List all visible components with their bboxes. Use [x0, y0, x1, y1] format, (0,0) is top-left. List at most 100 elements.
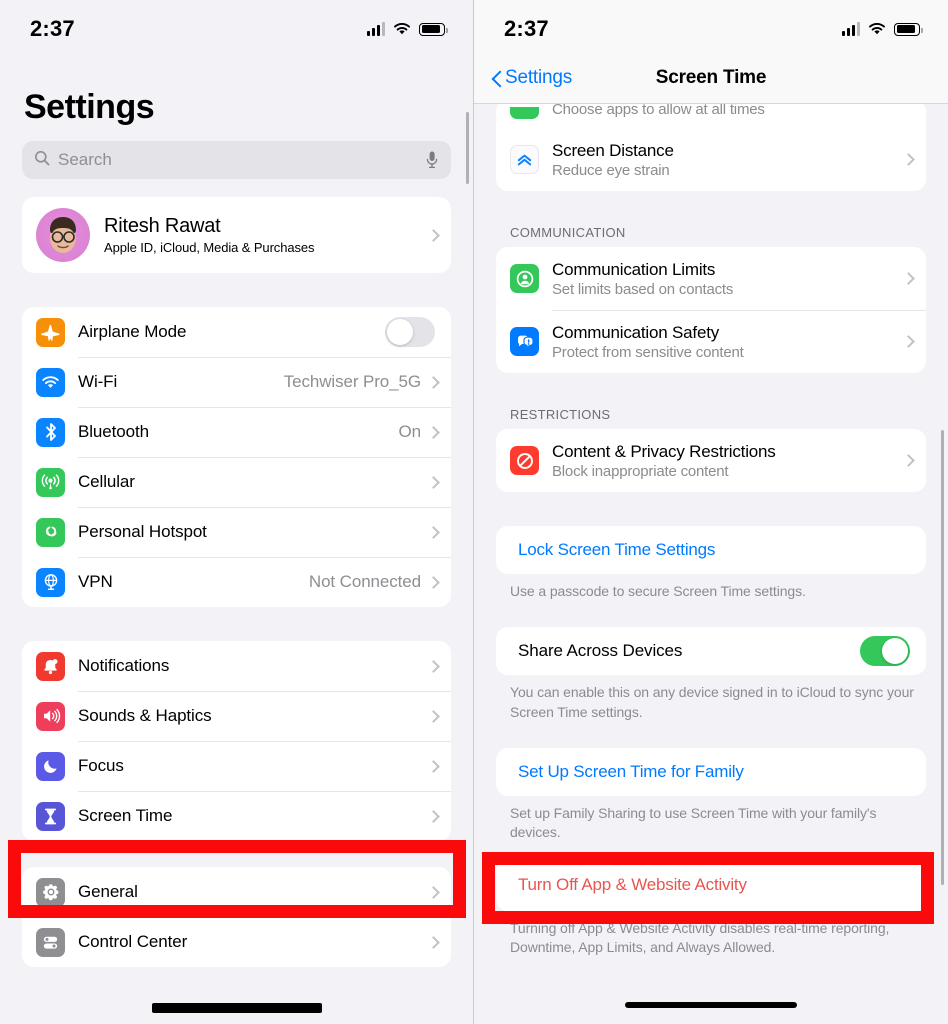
wifi-icon	[36, 367, 65, 397]
settings-row-label: Notifications	[78, 656, 170, 675]
redaction-bar	[152, 1003, 322, 1013]
settings-row-personal-hotspot[interactable]: Personal Hotspot	[22, 507, 451, 557]
chevron-right-icon	[429, 886, 437, 899]
communication-limits-row[interactable]: Communication Limits Set limits based on…	[496, 247, 926, 310]
settings-row-cellular[interactable]: Cellular	[22, 457, 451, 507]
chevron-right-icon	[429, 476, 437, 489]
settings-row-label: Focus	[78, 756, 124, 775]
content-privacy-restrictions-row[interactable]: Content & Privacy Restrictions Block ina…	[496, 429, 926, 492]
chevron-right-icon	[904, 454, 912, 467]
right-scrollbar[interactable]	[941, 430, 944, 885]
notifications-bell-icon	[36, 651, 65, 681]
screen-distance-texts: Screen Distance Reduce eye strain	[552, 141, 904, 179]
airplane-mode-toggle[interactable]	[385, 317, 435, 347]
screen-distance-row[interactable]: Screen Distance Reduce eye strain	[496, 128, 926, 191]
connectivity-group: Airplane Mode Wi-Fi Techwiser Pro_5G Blu…	[22, 307, 451, 607]
microphone-icon[interactable]	[425, 150, 439, 170]
turn-off-app-website-activity-button[interactable]: Turn Off App & Website Activity	[496, 858, 926, 911]
communication-safety-row[interactable]: Communication Safety Protect from sensit…	[496, 310, 926, 373]
communication-group: Communication Limits Set limits based on…	[496, 247, 926, 373]
settings-row-label: Personal Hotspot	[78, 522, 207, 541]
screen-distance-title: Screen Distance	[552, 140, 674, 160]
left-scrollbar[interactable]	[466, 112, 469, 184]
turn-off-activity-footnote: Turning off App & Website Activity disab…	[510, 919, 890, 955]
settings-row-vpn[interactable]: VPN Not Connected	[22, 557, 451, 607]
share-across-devices-toggle[interactable]	[860, 636, 910, 667]
hotspot-link-icon	[36, 517, 65, 547]
settings-row-wifi[interactable]: Wi-Fi Techwiser Pro_5G	[22, 357, 451, 407]
settings-row-general[interactable]: General	[22, 867, 451, 917]
sounds-speaker-icon	[36, 701, 65, 731]
profile-subtitle: Apple ID, iCloud, Media & Purchases	[104, 240, 315, 255]
always-allowed-icon	[510, 107, 539, 119]
communication-safety-subtitle: Protect from sensitive content	[552, 343, 744, 361]
share-across-devices-row[interactable]: Share Across Devices	[496, 627, 926, 676]
settings-row-control-center[interactable]: Control Center	[22, 917, 451, 967]
system-group: Notifications Sounds & Haptics Focus Scr…	[22, 641, 451, 841]
always-allowed-row-clipped[interactable]: Choose apps to allow at all times	[496, 100, 926, 128]
settings-row-sounds-haptics[interactable]: Sounds & Haptics	[22, 691, 451, 741]
search-input[interactable]: Search	[22, 141, 451, 179]
settings-row-label: Bluetooth	[78, 422, 149, 441]
section-header-communication: COMMUNICATION	[510, 225, 626, 240]
settings-row-notifications[interactable]: Notifications	[22, 641, 451, 691]
back-button-label: Settings	[505, 67, 573, 88]
family-setup-group: Set Up Screen Time for Family	[496, 747, 926, 796]
profile-texts: Ritesh Rawat Apple ID, iCloud, Media & P…	[104, 215, 429, 255]
content-privacy-title: Content & Privacy Restrictions	[552, 441, 776, 461]
lock-screen-time-footnote: Use a passcode to secure Screen Time set…	[510, 583, 806, 599]
wifi-icon	[393, 22, 411, 36]
left-phone-settings-screen: 2:37 Settings Search Ritesh Rawat Apple …	[0, 0, 474, 1024]
family-setup-footnote: Set up Family Sharing to use Screen Time…	[510, 804, 877, 841]
cellular-bars-icon	[842, 22, 860, 36]
general-group: General Control Center	[22, 867, 451, 967]
chevron-right-icon	[904, 335, 912, 348]
lock-screen-time-settings-label: Lock Screen Time Settings	[518, 540, 716, 559]
chevron-right-icon	[429, 526, 437, 539]
chevron-right-icon	[429, 810, 437, 823]
status-bar-left: 2:37	[0, 0, 473, 58]
settings-row-screen-time[interactable]: Screen Time	[22, 791, 451, 841]
profile-name: Ritesh Rawat	[104, 215, 221, 237]
section-header-restrictions: RESTRICTIONS	[510, 407, 611, 422]
settings-row-airplane-mode[interactable]: Airplane Mode	[22, 307, 451, 357]
restrictions-group: Content & Privacy Restrictions Block ina…	[496, 429, 926, 492]
wifi-icon	[868, 22, 886, 36]
search-icon	[34, 150, 50, 171]
settings-row-value: On	[398, 422, 422, 441]
set-up-screen-time-for-family-button[interactable]: Set Up Screen Time for Family	[496, 747, 926, 796]
status-time: 2:37	[504, 16, 549, 41]
search-placeholder: Search	[58, 150, 112, 169]
chevron-right-icon	[429, 426, 437, 439]
settings-row-focus[interactable]: Focus	[22, 741, 451, 791]
settings-row-label: Screen Time	[78, 806, 173, 825]
apple-id-profile-row[interactable]: Ritesh Rawat Apple ID, iCloud, Media & P…	[22, 197, 451, 273]
cellular-bars-icon	[367, 22, 385, 36]
share-across-devices-label: Share Across Devices	[518, 641, 683, 661]
dual-screenshot-container: 2:37 Settings Search Ritesh Rawat Apple …	[0, 0, 948, 1024]
chevron-right-icon	[429, 936, 437, 949]
screen-distance-subtitle: Reduce eye strain	[552, 161, 670, 179]
chevron-right-icon	[429, 710, 437, 723]
lock-screen-time-settings-button[interactable]: Lock Screen Time Settings	[496, 526, 926, 574]
chevron-right-icon	[429, 229, 437, 242]
communication-safety-texts: Communication Safety Protect from sensit…	[552, 323, 904, 361]
battery-icon	[419, 22, 448, 36]
control-center-icon	[36, 927, 65, 957]
content-privacy-subtitle: Block inappropriate content	[552, 462, 729, 480]
memoji-avatar	[36, 208, 90, 262]
turn-off-activity-label: Turn Off App & Website Activity	[518, 874, 747, 894]
page-title: Settings	[24, 88, 155, 126]
communication-limits-person-icon	[510, 264, 539, 293]
navigation-bar: 2:37 Settings Screen Time	[474, 0, 948, 104]
battery-icon	[894, 22, 923, 36]
communication-limits-title: Communication Limits	[552, 259, 716, 279]
chevron-right-icon	[904, 153, 912, 166]
back-to-settings-button[interactable]: Settings	[474, 67, 572, 95]
settings-row-bluetooth[interactable]: Bluetooth On	[22, 407, 451, 457]
settings-row-label: General	[78, 882, 138, 901]
chevron-right-icon	[429, 576, 437, 589]
settings-row-value: Techwiser Pro_5G	[283, 372, 421, 391]
status-indicators	[367, 22, 448, 36]
share-across-devices-footnote: You can enable this on any device signed…	[510, 684, 914, 720]
